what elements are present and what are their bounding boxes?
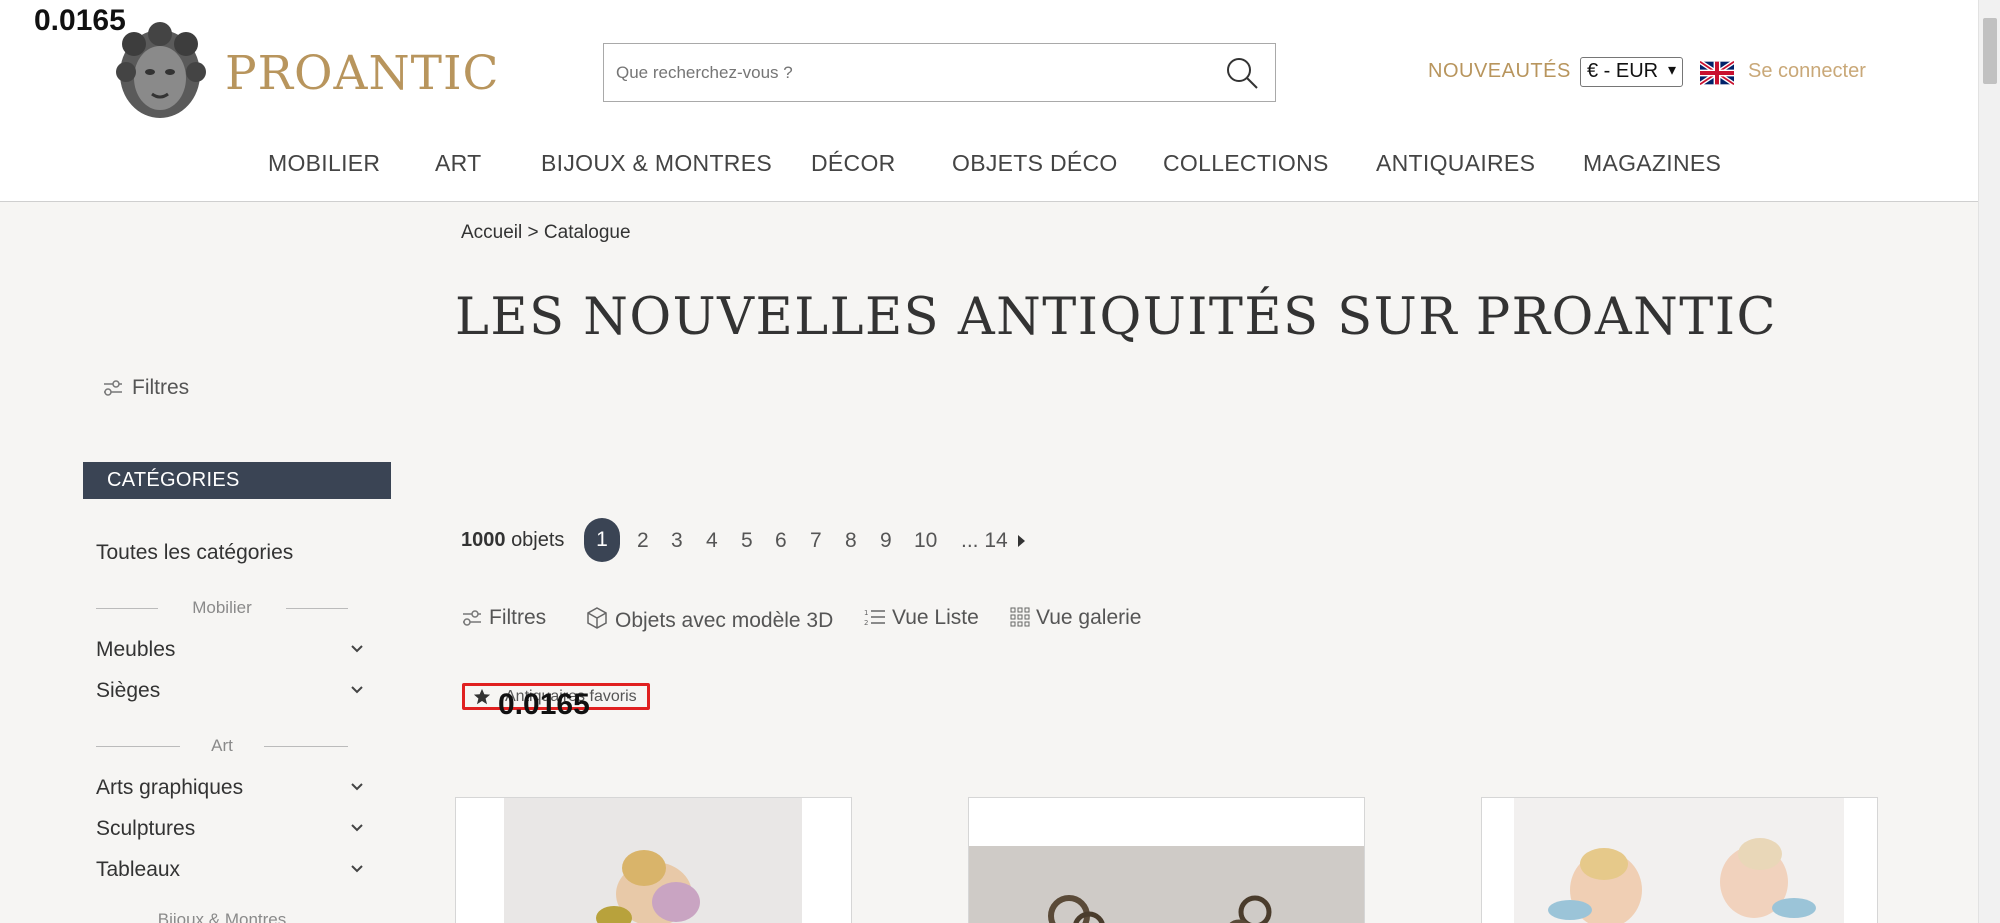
svg-text:2: 2	[864, 619, 868, 627]
category-sieges[interactable]: Sièges	[96, 679, 364, 703]
nav-item-bijoux-montres[interactable]: BIJOUX & MONTRES	[541, 150, 772, 177]
section-title-text: Mobilier	[192, 598, 252, 617]
grid-view-icon	[1010, 607, 1030, 627]
nav-item-mobilier[interactable]: MOBILIER	[268, 150, 380, 177]
nav-item-collections[interactable]: COLLECTIONS	[1163, 150, 1329, 177]
category-label: Meubles	[96, 638, 176, 661]
breadcrumb-home[interactable]: Accueil	[461, 222, 522, 243]
search-box[interactable]	[603, 43, 1276, 102]
sidebar-filters-button[interactable]: Filtres	[102, 376, 189, 400]
search-icon[interactable]	[1225, 56, 1259, 90]
chevron-down-icon[interactable]	[350, 776, 364, 796]
page-button[interactable]: 8	[845, 529, 857, 553]
gallery-view-label: Vue galerie	[1036, 606, 1142, 629]
filters-button[interactable]: Filtres	[461, 606, 546, 630]
filters-label: Filtres	[489, 606, 547, 629]
page-scrollbar[interactable]	[1978, 0, 2000, 923]
svg-text:1: 1	[864, 609, 868, 617]
login-link[interactable]: Se connecter	[1748, 60, 1866, 83]
sidebar-filters-label: Filtres	[132, 376, 190, 399]
categories-header: CATÉGORIES	[83, 462, 391, 499]
list-view-button[interactable]: 1 2 Vue Liste	[864, 606, 979, 630]
section-title-mobilier: Mobilier	[96, 598, 348, 618]
section-title-text: Bijoux & Montres	[157, 910, 287, 923]
search-input[interactable]	[616, 58, 1196, 88]
cube-3d-icon	[587, 607, 607, 629]
category-label: Sièges	[96, 679, 161, 702]
nav-item-antiquaires[interactable]: ANTIQUAIRES	[1376, 150, 1535, 177]
next-page-icon[interactable]	[1016, 533, 1026, 549]
main-nav: MOBILIER ART BIJOUX & MONTRES DÉCOR OBJE…	[0, 150, 1978, 180]
nav-item-decor[interactable]: DÉCOR	[811, 150, 896, 177]
page-button[interactable]: 7	[810, 529, 822, 553]
category-tableaux[interactable]: Tableaux	[96, 858, 364, 882]
scrollbar-thumb[interactable]	[1983, 18, 1997, 84]
list-view-icon: 1 2	[864, 609, 885, 627]
breadcrumb-current: Catalogue	[543, 222, 631, 243]
section-title-art: Art	[96, 736, 348, 756]
chevron-down-icon[interactable]	[350, 638, 364, 658]
product-image[interactable]	[504, 798, 802, 923]
page-button[interactable]: 10	[914, 529, 937, 553]
currency-select[interactable]: € - EUR ▾	[1580, 57, 1683, 87]
nav-item-objets-deco[interactable]: OBJETS DÉCO	[952, 150, 1118, 177]
nav-item-magazines[interactable]: MAGAZINES	[1583, 150, 1721, 177]
page-button-last[interactable]: ... 14	[961, 529, 1008, 553]
logo-text[interactable]: PROANTIC	[225, 46, 500, 101]
category-label: Arts graphiques	[96, 776, 244, 799]
page-button[interactable]: 5	[741, 529, 753, 553]
page-button[interactable]: 3	[671, 529, 683, 553]
filter-icon	[463, 610, 481, 626]
page-button[interactable]: 6	[775, 529, 787, 553]
model-3d-label: Objets avec modèle 3D	[615, 609, 834, 632]
product-image[interactable]	[969, 846, 1365, 923]
chevron-down-icon[interactable]	[350, 679, 364, 699]
chevron-down-icon[interactable]	[350, 858, 364, 878]
uk-flag-icon[interactable]	[1700, 61, 1734, 85]
product-card[interactable]	[455, 797, 852, 923]
category-arts-graphiques[interactable]: Arts graphiques	[96, 776, 364, 800]
list-view-label: Vue Liste	[892, 606, 979, 629]
overlay-value-label: 0.0165	[498, 688, 590, 721]
model-3d-toggle[interactable]: Objets avec modèle 3D	[585, 606, 833, 633]
section-title-bijoux-montres: Bijoux & Montres	[96, 910, 348, 923]
page-title: LES NOUVELLES ANTIQUITÉS SUR PROANTIC	[455, 288, 1777, 347]
filter-icon	[104, 380, 122, 397]
page-button[interactable]: 4	[706, 529, 718, 553]
gallery-view-button[interactable]: Vue galerie	[1010, 606, 1141, 630]
overlay-value-label: 0.0165	[34, 4, 126, 37]
chevron-down-icon[interactable]	[350, 817, 364, 837]
nav-item-art[interactable]: ART	[435, 150, 482, 177]
breadcrumb-separator: >	[527, 222, 539, 243]
site-header: PROANTIC NOUVEAUTÉS € - EUR ▾ Se connect…	[0, 0, 1978, 202]
pagination: 2 3 4 5 6 7 8 9 10 ... 14	[0, 518, 1100, 562]
chevron-down-icon: ▾	[1667, 62, 1676, 79]
breadcrumb: Accueil > Catalogue	[461, 222, 631, 244]
category-meubles[interactable]: Meubles	[96, 638, 364, 662]
page-button[interactable]: 2	[637, 529, 649, 553]
category-sculptures[interactable]: Sculptures	[96, 817, 364, 841]
product-image[interactable]	[1514, 798, 1844, 923]
page-button[interactable]: 9	[880, 529, 892, 553]
section-title-text: Art	[211, 736, 233, 755]
category-label: Sculptures	[96, 817, 196, 840]
logo-head-icon[interactable]	[112, 20, 208, 122]
star-icon	[473, 688, 491, 705]
product-card[interactable]	[968, 797, 1365, 923]
product-card[interactable]	[1481, 797, 1878, 923]
nouveautes-link[interactable]: NOUVEAUTÉS	[1428, 60, 1571, 83]
category-label: Tableaux	[96, 858, 181, 881]
currency-value: € - EUR	[1587, 60, 1659, 82]
